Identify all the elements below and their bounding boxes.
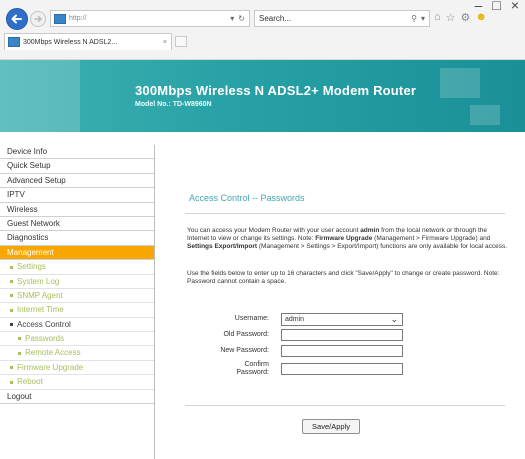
forward-arrow-icon xyxy=(34,15,42,23)
back-button[interactable] xyxy=(6,8,28,30)
header-decoration xyxy=(440,68,480,98)
instructions-paragraph: Use the fields below to enter up to 16 c… xyxy=(187,270,500,285)
address-text: http:// xyxy=(69,15,87,22)
bullet-icon xyxy=(10,366,13,370)
sidebar-item-diagnostics[interactable]: Diagnostics xyxy=(0,231,154,246)
tab-favicon-icon xyxy=(8,37,20,47)
bullet-icon xyxy=(10,323,13,327)
home-icon[interactable]: ⌂ xyxy=(434,11,441,24)
sidebar-item-quick-setup[interactable]: Quick Setup xyxy=(0,159,154,174)
search-placeholder: Search... xyxy=(259,14,292,23)
settings-gear-icon[interactable]: ⚙ xyxy=(461,11,471,24)
model-number: Model No.: TD-W8960N xyxy=(135,101,212,108)
bullet-icon xyxy=(10,294,13,298)
save-apply-button[interactable]: Save/Apply xyxy=(302,419,360,434)
sidebar-item-iptv[interactable]: IPTV xyxy=(0,188,154,203)
search-dropdown-icon[interactable]: ▾ xyxy=(421,14,425,23)
submenu-item-access-control[interactable]: Access Control xyxy=(0,317,154,333)
search-icon[interactable]: ⚲ xyxy=(411,14,417,23)
submenu-item-reboot[interactable]: Reboot xyxy=(0,375,154,390)
dropdown-icon[interactable]: ▾ xyxy=(230,14,234,23)
tab-title: 300Mbps Wireless N ADSL2... xyxy=(23,38,118,46)
maximize-button[interactable]: □ xyxy=(492,0,500,13)
username-value: admin xyxy=(285,316,305,323)
page-title: Access Control -- Passwords xyxy=(189,193,305,203)
browser-tab[interactable]: 300Mbps Wireless N ADSL2... × xyxy=(4,33,172,50)
search-input[interactable]: Search... ⚲ ▾ xyxy=(254,10,430,27)
close-window-button[interactable]: × xyxy=(511,0,519,13)
confirm-password-field[interactable] xyxy=(281,363,403,375)
submenu-item-firmware-upgrade[interactable]: Firmware Upgrade xyxy=(0,360,154,376)
bullet-icon xyxy=(10,380,13,384)
back-arrow-icon xyxy=(11,14,22,24)
header-decoration xyxy=(0,60,80,132)
chevron-down-icon: ⌄ xyxy=(390,314,398,324)
submenu-item-passwords[interactable]: Passwords xyxy=(0,332,154,347)
old-password-field[interactable] xyxy=(281,329,403,341)
new-password-field[interactable] xyxy=(281,345,403,357)
header-decoration xyxy=(470,105,500,125)
submenu-item-settings[interactable]: Settings xyxy=(0,260,154,275)
sidebar-item-wireless[interactable]: Wireless xyxy=(0,202,154,217)
sidebar-item-guest-network[interactable]: Guest Network xyxy=(0,216,154,232)
bullet-icon xyxy=(18,351,21,355)
favorites-star-icon[interactable]: ☆ xyxy=(446,11,456,24)
submenu-item-remote-access[interactable]: Remote Access xyxy=(0,346,154,361)
forward-button[interactable] xyxy=(30,11,46,27)
divider xyxy=(185,405,505,406)
minimize-button[interactable]: – xyxy=(475,0,483,13)
sidebar-menu: Device Info Quick Setup Advanced Setup I… xyxy=(0,145,155,459)
sidebar-item-management[interactable]: Management xyxy=(0,245,154,261)
sidebar-item-device-info[interactable]: Device Info xyxy=(0,145,154,160)
new-password-label: New Password: xyxy=(220,347,269,354)
old-password-label: Old Password: xyxy=(223,331,269,338)
bullet-icon xyxy=(10,279,13,283)
confirm-password-label: Confirm Password: xyxy=(236,361,269,376)
sidebar-item-logout[interactable]: Logout xyxy=(0,389,154,405)
new-tab-button[interactable] xyxy=(175,36,187,47)
product-title: 300Mbps Wireless N ADSL2+ Modem Router xyxy=(135,83,417,98)
bullet-icon xyxy=(10,308,13,312)
main-content: Access Control -- Passwords You can acce… xyxy=(175,145,515,459)
tab-close-icon[interactable]: × xyxy=(163,39,171,46)
bullet-icon xyxy=(10,265,13,269)
username-select[interactable]: admin ⌄ xyxy=(281,313,403,326)
sidebar-item-advanced-setup[interactable]: Advanced Setup xyxy=(0,173,154,189)
browser-chrome: http:// ▾ ↻ Search... ⚲ ▾ ⌂ ☆ ⚙ ☻ – □ × … xyxy=(0,0,525,60)
site-favicon-icon xyxy=(54,13,66,24)
bullet-icon xyxy=(18,337,21,341)
submenu-item-system-log[interactable]: System Log xyxy=(0,274,154,289)
submenu-item-snmp-agent[interactable]: SNMP Agent xyxy=(0,288,154,304)
divider xyxy=(185,213,505,214)
intro-paragraph: You can access your Modem Router with yo… xyxy=(187,227,508,250)
address-bar[interactable]: http:// ▾ ↻ xyxy=(50,10,250,27)
submenu-item-internet-time[interactable]: Internet Time xyxy=(0,303,154,318)
router-header: 300Mbps Wireless N ADSL2+ Modem Router M… xyxy=(0,60,525,132)
username-label: Username: xyxy=(234,315,269,322)
refresh-icon[interactable]: ↻ xyxy=(238,14,245,23)
